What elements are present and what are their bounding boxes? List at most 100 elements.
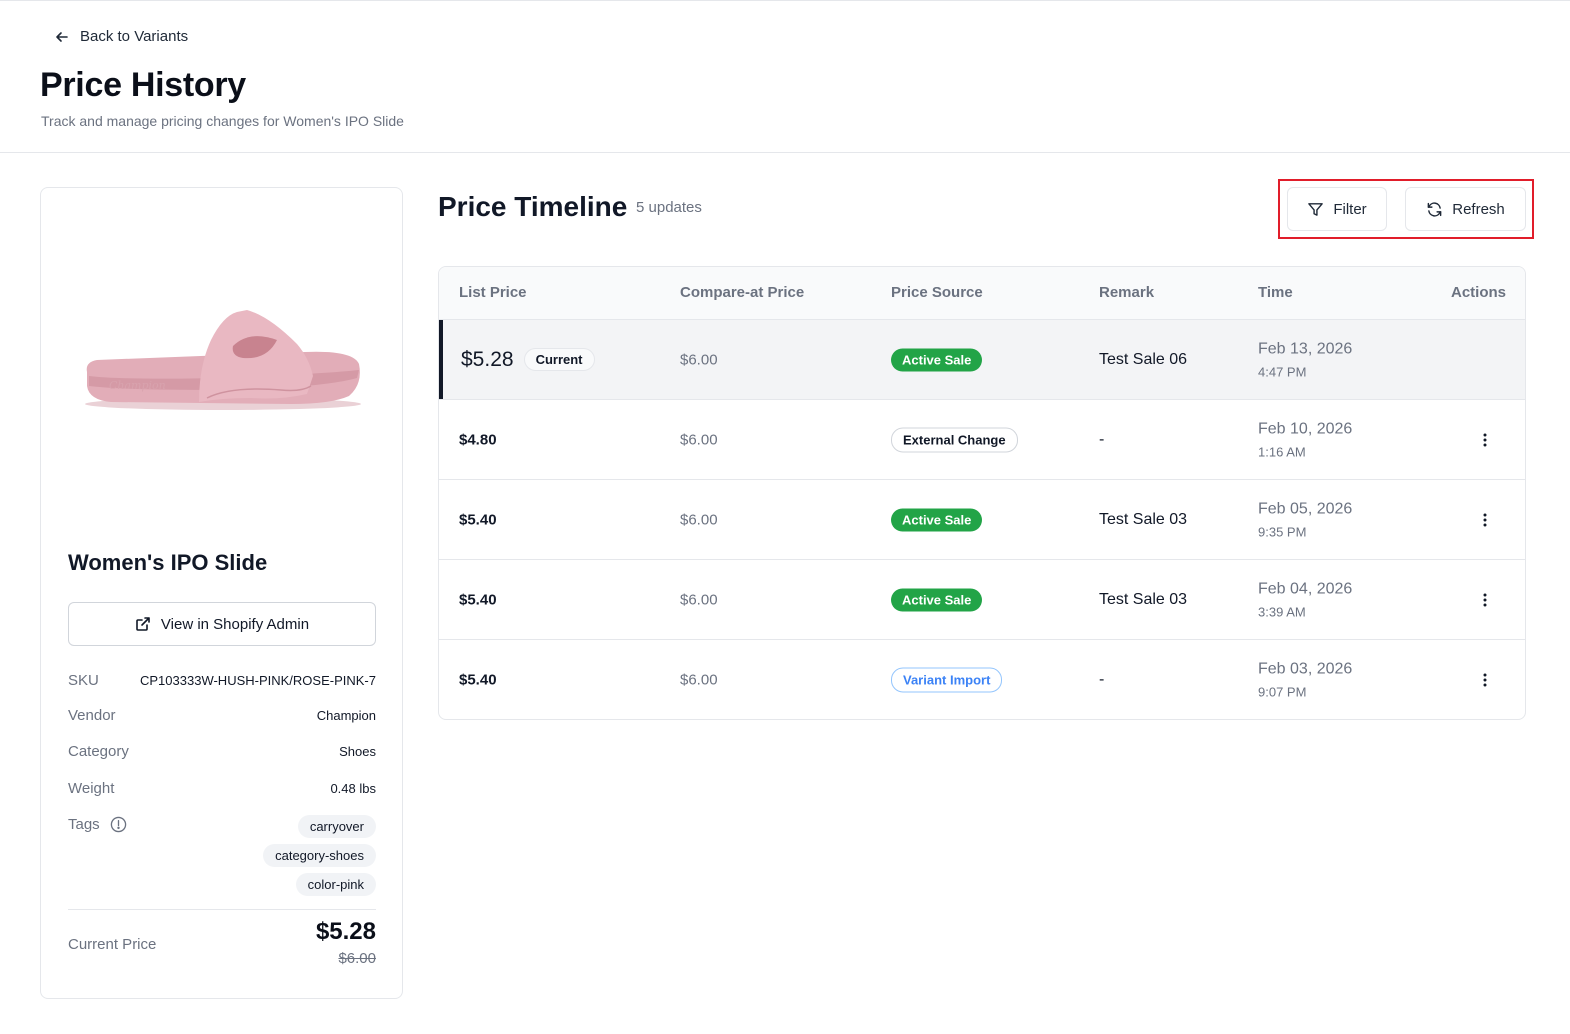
column-header: Price Source <box>891 284 983 301</box>
date: Feb 05, 2026 <box>1258 500 1353 517</box>
more-vertical-icon <box>1483 433 1487 446</box>
date: Feb 10, 2026 <box>1258 420 1353 437</box>
timeline-count: 5 updates <box>636 199 702 216</box>
compare-price: $6.00 <box>680 511 718 528</box>
logo-text: Champion <box>109 379 166 392</box>
vendor-value: Champion <box>316 708 376 723</box>
time: 1:16 AM <box>1258 444 1306 459</box>
table-row: $5.40 $6.00 Active Sale Test Sale 03 Feb… <box>439 480 1525 560</box>
remark: - <box>1099 671 1105 688</box>
weight-value: 0.48 lbs <box>330 781 376 796</box>
column-header: Actions <box>1451 284 1507 301</box>
time: 9:07 PM <box>1258 684 1307 700</box>
weight-row: Weight 0.48 lbs <box>68 780 376 797</box>
more-vertical-icon <box>1483 673 1487 687</box>
price-source-cell: Active Sale <box>891 508 983 531</box>
list-price: $5.40 <box>459 591 497 608</box>
list-price: $5.28 <box>461 347 514 371</box>
filter-icon <box>1308 202 1324 216</box>
timeline-title: Price Timeline <box>438 191 628 222</box>
tags-label: Tags <box>68 816 100 833</box>
divider <box>68 909 376 910</box>
arrow-left-icon <box>56 31 68 42</box>
category-value: Shoes <box>339 744 376 759</box>
view-in-shopify-label: View in Shopify Admin <box>160 615 310 633</box>
compare-price: $6.00 <box>680 591 718 608</box>
column-header: Remark <box>1099 284 1155 301</box>
tags-row: Tags <box>68 816 127 833</box>
product-name: Women's IPO Slide <box>68 550 268 575</box>
compare-price: $6.00 <box>680 431 718 448</box>
time-cell: Feb 04, 2026 3:39 AM <box>1258 580 1352 619</box>
price-source-cell: External Change <box>891 427 1018 452</box>
price-source-badge: Active Sale <box>891 588 983 611</box>
time-cell: Feb 13, 2026 4:47 PM <box>1258 340 1352 379</box>
list-price-cell: $5.28 Current <box>461 348 595 372</box>
price-source-badge: Active Sale <box>891 508 983 531</box>
compare-price: $6.00 <box>680 351 718 368</box>
category-label: Category <box>68 743 129 760</box>
time-cell: Feb 10, 2026 1:16 AM <box>1258 420 1352 459</box>
column-header: Time <box>1258 284 1293 301</box>
table-header: List Price Compare-at Price Price Source… <box>439 267 1525 320</box>
filter-button[interactable]: Filter <box>1287 187 1387 231</box>
price-timeline-table: List Price Compare-at Price Price Source… <box>438 266 1526 720</box>
date: Feb 13, 2026 <box>1258 340 1353 357</box>
tag-chip: category-shoes <box>263 844 376 867</box>
refresh-label: Refresh <box>1452 200 1505 218</box>
tag-chip: color-pink <box>295 873 376 896</box>
remark: Test Sale 03 <box>1099 590 1188 608</box>
tag-chip: carryover <box>297 815 376 838</box>
back-label: Back to Variants <box>80 28 189 45</box>
time: 9:35 PM <box>1258 524 1307 539</box>
external-link-icon <box>136 617 150 631</box>
page-header: Back to Variants Price History Track and… <box>0 0 1570 153</box>
row-actions-button[interactable] <box>1477 592 1493 608</box>
table-row: $4.80 $6.00 External Change - Feb 10, 20… <box>439 400 1525 480</box>
page-title: Price History <box>40 66 246 104</box>
more-vertical-icon <box>1483 593 1487 606</box>
price-source-cell: Active Sale <box>891 588 983 611</box>
compare-price-value: $6.00 <box>338 950 376 967</box>
price-source-cell: Variant Import <box>891 667 1003 693</box>
table-row: $5.40 $6.00 Active Sale Test Sale 03 Feb… <box>439 560 1525 640</box>
current-price-value: $5.28 <box>315 918 376 945</box>
time-cell: Feb 03, 2026 9:07 PM <box>1258 661 1352 700</box>
remark: Test Sale 06 <box>1099 350 1188 368</box>
price-source-badge: Active Sale <box>891 348 983 371</box>
sku-value: CP103333W-HUSH-PINK/ROSE-PINK-7 <box>140 673 376 688</box>
refresh-button[interactable]: Refresh <box>1405 187 1526 231</box>
time: 3:39 AM <box>1258 604 1306 619</box>
list-price: $5.40 <box>459 511 497 528</box>
table-row: $5.40 $6.00 Variant Import - Feb 03, 202… <box>439 640 1525 719</box>
current-badge: Current <box>523 348 595 371</box>
compare-price: $6.00 <box>680 671 718 689</box>
product-card: Champion Women's IPO Slide View in Shopi… <box>40 187 403 999</box>
vendor-row: Vendor Champion <box>68 707 376 724</box>
weight-label: Weight <box>68 780 115 797</box>
more-vertical-icon <box>1483 513 1487 526</box>
product-image: Champion <box>85 310 361 410</box>
back-to-variants-link[interactable]: Back to Variants <box>54 28 188 45</box>
list-price: $4.80 <box>459 431 497 448</box>
date: Feb 03, 2026 <box>1258 660 1353 678</box>
row-actions-button[interactable] <box>1477 672 1493 688</box>
remark: Test Sale 03 <box>1099 510 1188 528</box>
info-icon[interactable] <box>110 816 127 833</box>
row-actions-button[interactable] <box>1477 512 1493 528</box>
page-subtitle: Track and manage pricing changes for Wom… <box>41 113 404 129</box>
time-cell: Feb 05, 2026 9:35 PM <box>1258 500 1352 539</box>
price-source-badge: External Change <box>891 427 1018 452</box>
column-header: Compare-at Price <box>680 284 805 301</box>
price-source-badge: Variant Import <box>891 667 1003 693</box>
filter-label: Filter <box>1333 200 1367 218</box>
view-in-shopify-button[interactable]: View in Shopify Admin <box>68 602 376 646</box>
time: 4:47 PM <box>1258 364 1307 379</box>
date: Feb 04, 2026 <box>1258 580 1353 597</box>
refresh-icon <box>1427 201 1442 217</box>
sku-label: SKU <box>68 672 99 689</box>
current-price-label: Current Price <box>68 936 157 953</box>
price-source-cell: Active Sale <box>891 348 983 371</box>
table-row: $5.28 Current $6.00 Active Sale Test Sal… <box>439 320 1525 400</box>
row-actions-button[interactable] <box>1477 432 1493 448</box>
